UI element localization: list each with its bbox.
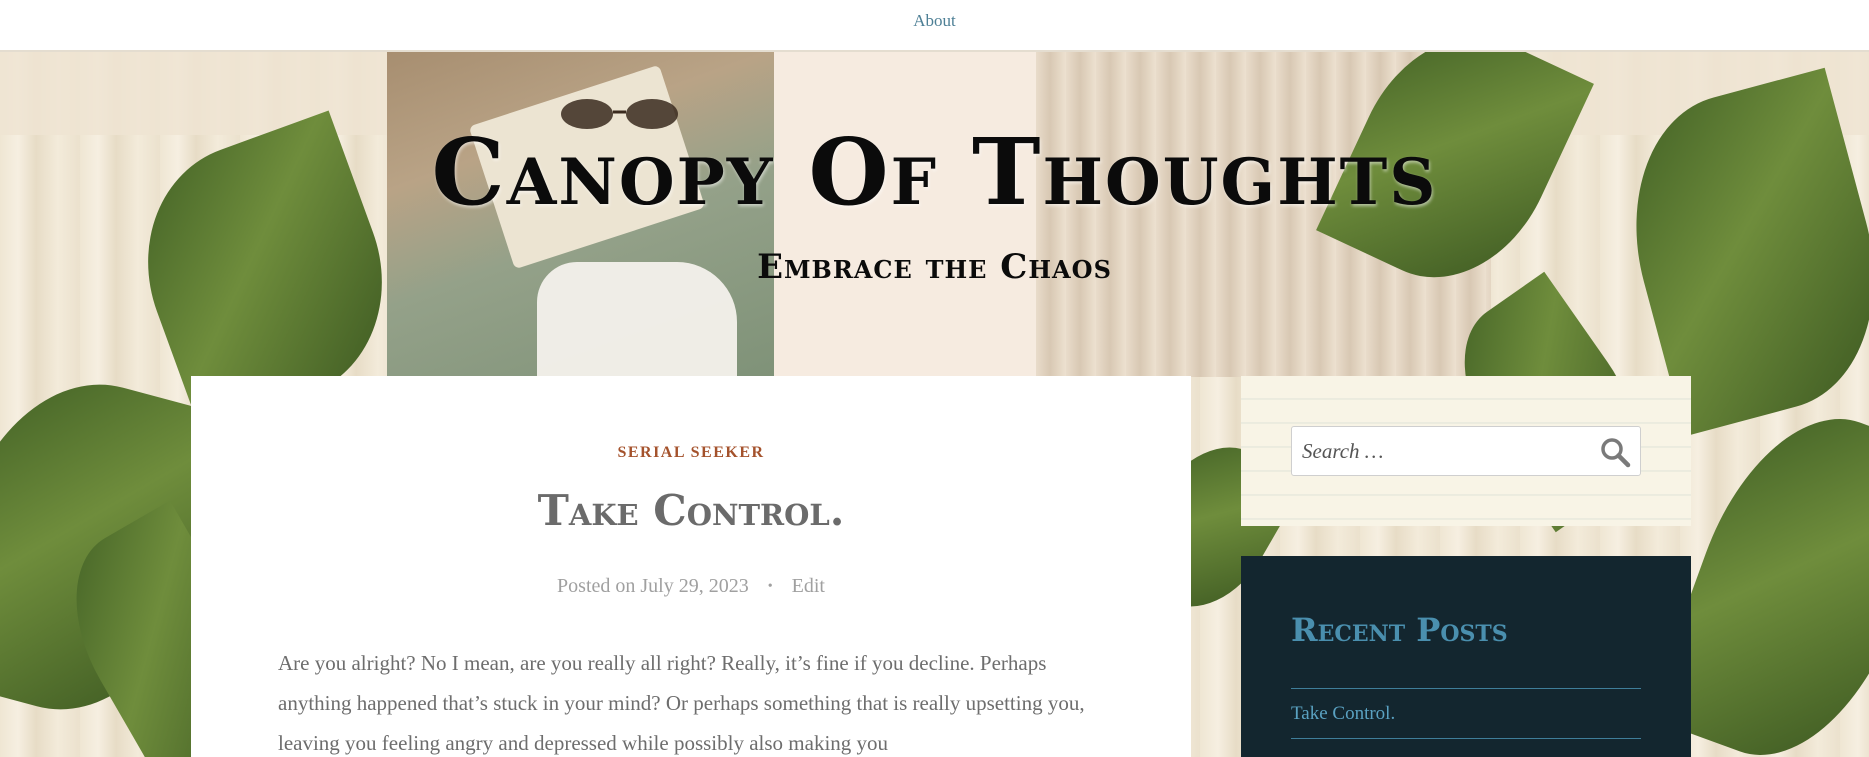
site-tagline: Embrace the Chaos [757, 247, 1112, 287]
post-meta: Posted on July 29, 2023 • Edit [191, 575, 1191, 598]
search-button[interactable] [1596, 433, 1634, 471]
search-icon [1601, 438, 1631, 468]
post-card: SERIAL SEEKER Take Control. Posted on Ju… [191, 376, 1191, 757]
top-navigation: About [0, 0, 1869, 52]
search-input[interactable] [1292, 427, 1582, 475]
recent-post-item[interactable]: Take Control. [1291, 703, 1395, 725]
search-form [1291, 426, 1641, 476]
meta-separator: • [767, 579, 773, 595]
post-excerpt: Are you alright? No I mean, are you real… [278, 651, 1085, 755]
post-date-link[interactable]: July 29, 2023 [640, 575, 748, 597]
recent-posts-widget: Recent Posts Take Control. [1241, 556, 1691, 757]
post-title[interactable]: Take Control. [191, 486, 1191, 535]
post-category-link[interactable]: SERIAL SEEKER [191, 444, 1191, 462]
recent-posts-title: Recent Posts [1291, 611, 1508, 649]
divider [1291, 738, 1641, 739]
nav-link-about[interactable]: About [913, 11, 956, 31]
site-title[interactable]: Canopy Of Thoughts [0, 118, 1869, 226]
edit-link[interactable]: Edit [792, 575, 825, 597]
divider [1291, 688, 1641, 689]
posted-on-label: Posted on [557, 575, 636, 597]
search-widget [1241, 376, 1691, 526]
